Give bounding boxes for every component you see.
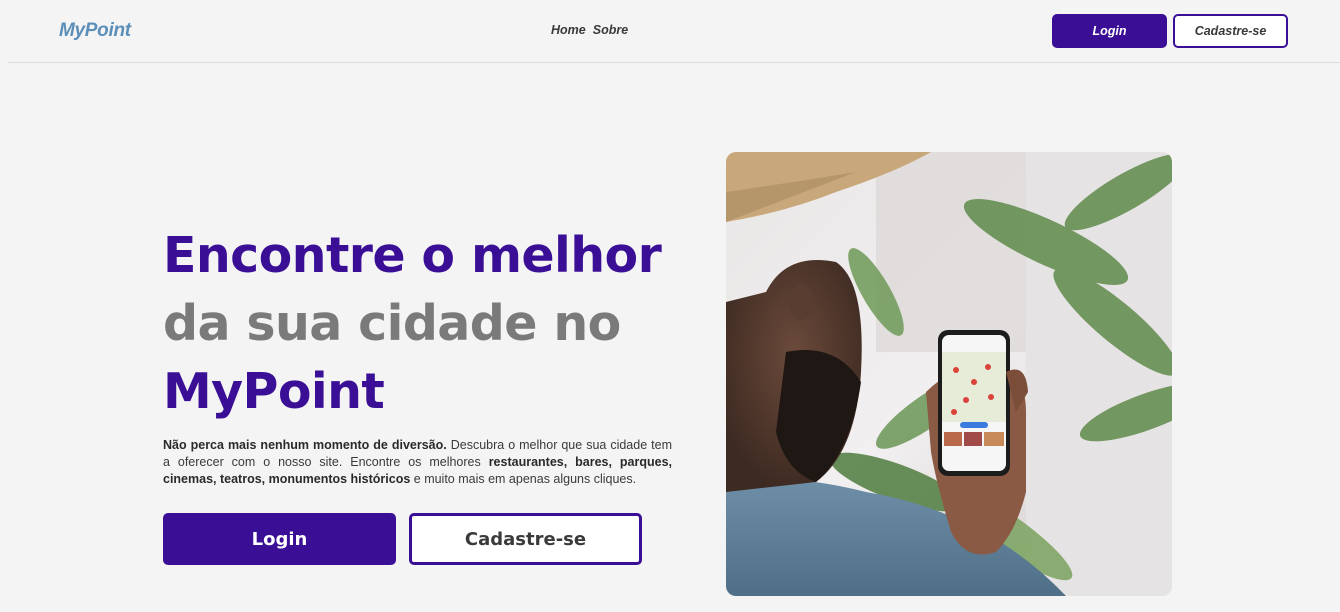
hero-desc-bold-1: Não perca mais nenhum momento de diversã…: [163, 438, 447, 452]
hero-title-line-1: Encontre o melhor: [163, 227, 662, 284]
nav-links: Home Sobre: [551, 23, 628, 37]
hero-login-button[interactable]: Login: [163, 513, 396, 565]
hero-title: Encontre o melhor da sua cidade no MyPoi…: [163, 222, 663, 426]
hero-title-line-2: da sua cidade no: [163, 295, 621, 352]
hero-description: Não perca mais nenhum momento de diversã…: [163, 437, 672, 488]
nav-link-sobre[interactable]: Sobre: [593, 23, 628, 37]
hero-title-line-3: MyPoint: [163, 363, 385, 420]
nav-signup-button[interactable]: Cadastre-se: [1173, 14, 1288, 48]
hero-signup-button[interactable]: Cadastre-se: [409, 513, 642, 565]
nav-login-button[interactable]: Login: [1052, 14, 1167, 48]
brand-logo[interactable]: MyPoint: [59, 20, 131, 42]
hero-desc-text-2: e muito mais em apenas alguns cliques.: [410, 472, 637, 486]
hero-photo: [726, 152, 1172, 596]
nav-link-home[interactable]: Home: [551, 23, 586, 37]
navbar: MyPoint Home Sobre Login Cadastre-se: [8, 0, 1340, 63]
